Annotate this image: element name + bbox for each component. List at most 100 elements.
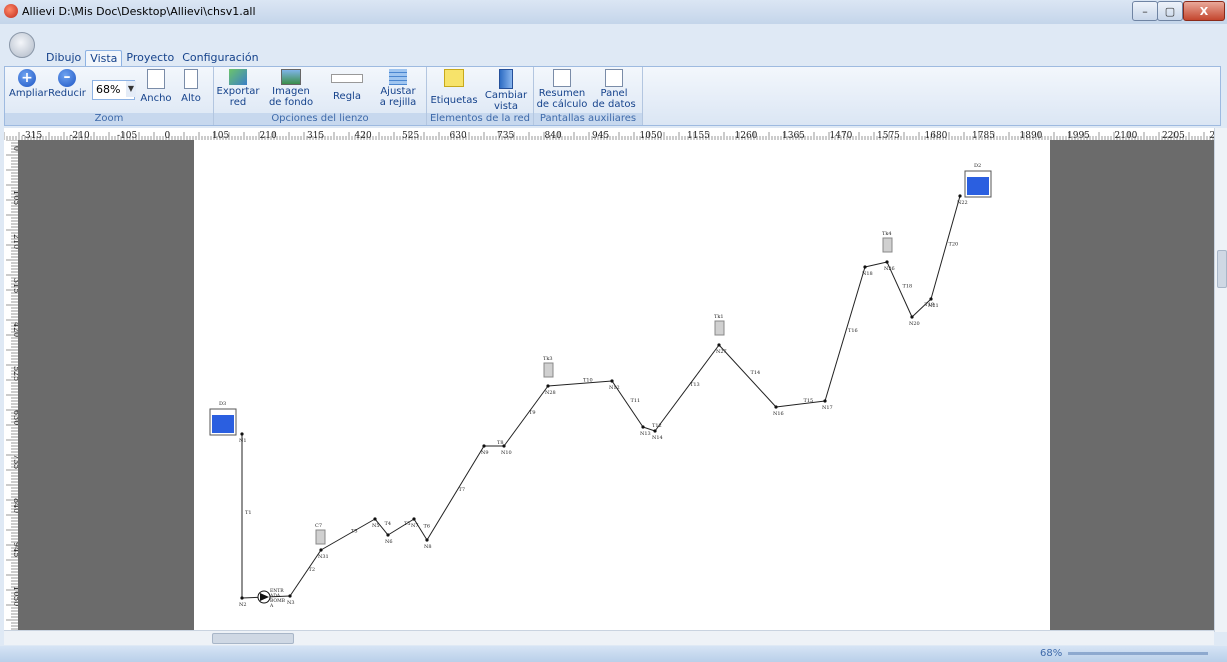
pipe-segment (320, 518, 376, 551)
node-point (823, 399, 827, 403)
app-icon[interactable] (4, 4, 18, 18)
maximize-button[interactable]: ▢ (1157, 1, 1183, 21)
node-point (910, 315, 914, 319)
ruler-label: 105 (212, 131, 229, 140)
exportar-red-button[interactable]: Exportar red (216, 69, 260, 108)
ruler-label: 2205 (1162, 131, 1185, 140)
ruler-label: 1470 (830, 131, 853, 140)
canvas-options-label: Opciones del lienzo (214, 113, 426, 125)
network-diagram[interactable]: T1 T2 T3 T4 T5 T6 T7 T8 T9 T10 T11 T12 T13 T14 T15 T16 T… (194, 140, 1050, 630)
etiquetas-button[interactable]: Etiquetas (429, 69, 479, 106)
reservoir-label: D3 (219, 401, 226, 407)
pipe-label: T10 (583, 378, 593, 384)
horizontal-ruler-ticks: -315 -210 -105 0 105 210 315 420 525 630 735 840 945… (4, 131, 1214, 140)
exportar-label-2: red (229, 97, 247, 108)
ruler-label: 1365 (782, 131, 805, 140)
alto-button[interactable]: Alto (175, 69, 207, 104)
pipe-segment (824, 266, 866, 402)
chevron-down-icon[interactable]: ▼ (126, 81, 136, 97)
pipe-segment (654, 344, 720, 432)
tab-dibujo[interactable]: Dibujo (42, 50, 85, 66)
tab-proyecto[interactable]: Proyecto (122, 50, 178, 66)
cambiar-vista-button[interactable]: Cambiar vista (483, 69, 529, 112)
pipe-segment (775, 400, 826, 408)
ruler-label: 525 (402, 131, 419, 140)
close-button[interactable]: X (1183, 1, 1225, 21)
application-menu-button[interactable] (9, 32, 35, 58)
ruler-label: 2100 (1115, 131, 1138, 140)
node-point (774, 405, 778, 409)
ruler-label: 840 (545, 131, 562, 140)
node-label: N21 (928, 303, 939, 309)
tab-configuracion[interactable]: Configuración (178, 50, 262, 66)
zoom-slider[interactable] (1068, 652, 1208, 655)
pipe-label: T15 (804, 398, 814, 404)
pipe-label: T6 (424, 524, 431, 530)
data-panel-icon (605, 69, 623, 87)
pipe-label: T8 (497, 440, 504, 446)
status-bar: 68% (0, 646, 1227, 662)
node-point (610, 379, 614, 383)
tab-vista[interactable]: Vista (85, 50, 123, 66)
ancho-label: Ancho (140, 93, 172, 104)
node-point (958, 194, 962, 198)
node-label: N18 (862, 271, 873, 277)
surge-tank-icon: Tk4 (882, 231, 893, 253)
surge-tank-icon: Tk1 (714, 314, 725, 336)
node-label: N13 (640, 431, 651, 437)
ruler-label: 0 (165, 131, 171, 140)
imagen-label-2: de fondo (268, 97, 314, 108)
ruler-label: 1575 (877, 131, 900, 140)
minimize-button[interactable]: – (1132, 1, 1158, 21)
ribbon: + Ampliar – Reducir 68% ▼ Ancho Alto Zoo… (4, 66, 1221, 126)
horizontal-scrollbar[interactable] (4, 630, 1214, 645)
background-image-icon (281, 69, 301, 85)
vertical-scrollbar[interactable] (1214, 128, 1227, 632)
node-point (373, 517, 377, 521)
node-label: N10 (501, 450, 512, 456)
node-label: N1 (239, 438, 247, 444)
pipe-label: T9 (529, 410, 536, 416)
zoom-group-label: Zoom (5, 113, 213, 125)
node-label: N17 (822, 405, 833, 411)
vertical-scroll-thumb[interactable] (1217, 250, 1227, 288)
node-label: N26 (884, 266, 895, 272)
ruler-label: 1260 (735, 131, 758, 140)
ruler-label: 1995 (1067, 131, 1090, 140)
surge-tank-label: Tk3 (543, 356, 553, 362)
reservoir-water (212, 415, 234, 433)
pump-icon: ENTRADABOMBA (257, 588, 286, 609)
panel-label-2: de datos (592, 99, 636, 110)
pipe-label: T11 (631, 398, 641, 404)
ruler-label: -210 (70, 131, 90, 140)
status-zoom-value: 68% (1040, 648, 1063, 659)
ampliar-button[interactable]: + Ampliar (9, 69, 48, 99)
drawing-sheet[interactable]: T1 T2 T3 T4 T5 T6 T7 T8 T9 T10 T11 T12 T13 T14 T15 T16 T… (194, 140, 1050, 630)
cambiar-label-1: Cambiar (484, 90, 528, 101)
node-point (386, 533, 390, 537)
resumen-calculo-button[interactable]: Resumen de cálculo (536, 69, 588, 110)
zoom-in-icon: + (18, 69, 36, 87)
regla-button[interactable]: Regla (324, 69, 370, 102)
panel-datos-button[interactable]: Panel de datos (590, 69, 638, 110)
reservoir-icon: D3 (209, 401, 237, 436)
node-label: N8 (424, 544, 432, 550)
imagen-fondo-button[interactable]: Imagen de fondo (264, 69, 318, 108)
cambiar-label-2: vista (494, 101, 518, 112)
vertical-ruler: 010521031542052563073584094510501155 (4, 140, 19, 630)
ruler-label: 1155 (687, 131, 710, 140)
imagen-label-1: Imagen (272, 86, 310, 97)
ajustar-rejilla-button[interactable]: Ajustar a rejilla (374, 69, 422, 108)
node-point (319, 548, 323, 552)
ruler-label: 1050 (640, 131, 663, 140)
summary-icon (553, 69, 571, 87)
ancho-button[interactable]: Ancho (139, 69, 173, 104)
node-label: N12 (609, 385, 620, 391)
surge-tank-label: Tk1 (714, 314, 724, 320)
pipe-label: T4 (385, 521, 392, 527)
canvas-area[interactable]: T1 T2 T3 T4 T5 T6 T7 T8 T9 T10 T11 T12 T13 T14 T15 T16 T… (18, 140, 1214, 630)
surge-tank-icon: C7 (315, 523, 326, 545)
reducir-button[interactable]: – Reducir (47, 69, 87, 99)
horizontal-scroll-thumb[interactable] (212, 633, 294, 644)
pipe-label: T1 (245, 510, 252, 516)
